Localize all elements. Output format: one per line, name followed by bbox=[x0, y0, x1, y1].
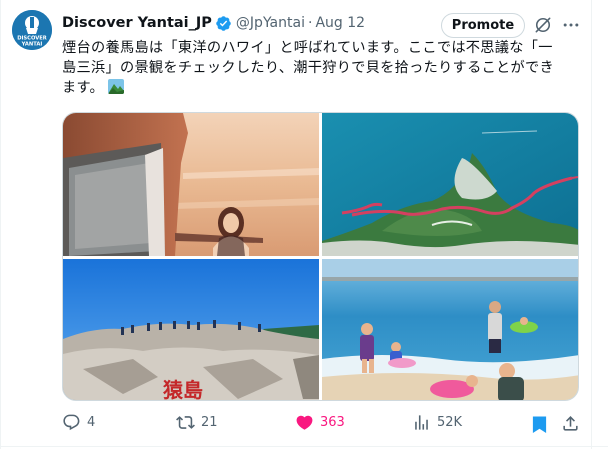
verified-badge-icon[interactable] bbox=[215, 15, 232, 32]
mountain-landscape-emoji-icon bbox=[108, 79, 125, 94]
heart-icon bbox=[296, 415, 313, 430]
reply-icon bbox=[63, 414, 80, 431]
tweet-date[interactable]: Aug 12 bbox=[315, 15, 365, 31]
media-grid: 猿島 bbox=[62, 112, 579, 401]
tweet-text-line: 島三浜」の景観をチェックしたり、潮干狩りで貝を拾ったりすることができ bbox=[62, 60, 555, 76]
rocky-coast-sign-photo[interactable]: 猿島 bbox=[63, 259, 319, 401]
rock-inscription: 猿島 bbox=[162, 378, 203, 401]
woman-at-seaside-sunset-photo[interactable] bbox=[63, 113, 319, 256]
share-icon[interactable] bbox=[561, 414, 580, 433]
repost-button[interactable]: 21 bbox=[176, 413, 218, 432]
aerial-coastline-boardwalk-photo[interactable] bbox=[322, 113, 578, 256]
tweet-action-bar: 4 21 363 52K bbox=[0, 413, 608, 437]
column-border-left bbox=[0, 0, 1, 449]
more-icon[interactable] bbox=[561, 15, 581, 35]
views-count: 52K bbox=[437, 415, 463, 430]
tweet-text: 煙台の養馬島は「東洋のハワイ」と呼ばれています。ここでは不思議な「一 島三浜」の… bbox=[62, 38, 582, 98]
avatar[interactable]: DISCOVER YANTAI bbox=[12, 10, 52, 50]
promote-button[interactable]: Promote bbox=[441, 13, 525, 38]
family-at-beach-photo[interactable] bbox=[322, 259, 578, 400]
author-display-name[interactable]: Discover Yantai_JP bbox=[62, 15, 212, 31]
tweet-text-line-last: ます。 bbox=[62, 78, 582, 98]
tweet-text-line: ます。 bbox=[62, 80, 105, 96]
header-separator: · bbox=[307, 15, 313, 31]
reply-button[interactable]: 4 bbox=[62, 413, 95, 432]
views-chart-icon bbox=[415, 415, 428, 430]
reply-count: 4 bbox=[87, 415, 96, 430]
bookmark-icon[interactable] bbox=[531, 415, 548, 434]
avatar-text-line2: YANTAI bbox=[21, 42, 43, 48]
column-border-right bbox=[591, 0, 592, 449]
author-handle[interactable]: @JpYantai bbox=[236, 15, 305, 31]
repost-count: 21 bbox=[201, 415, 218, 430]
like-count: 363 bbox=[320, 415, 345, 430]
tweet-text-line: 煙台の養馬島は「東洋のハワイ」と呼ばれています。ここでは不思議な「一 bbox=[62, 40, 553, 56]
repost-icon bbox=[176, 416, 195, 429]
tweet-header: Discover Yantai_JP @JpYantai · Aug 12 bbox=[62, 13, 365, 33]
views-button[interactable]: 52K bbox=[412, 413, 462, 432]
like-button[interactable]: 363 bbox=[295, 413, 345, 432]
tweet-divider bbox=[0, 446, 608, 447]
grok-icon[interactable] bbox=[533, 15, 553, 35]
